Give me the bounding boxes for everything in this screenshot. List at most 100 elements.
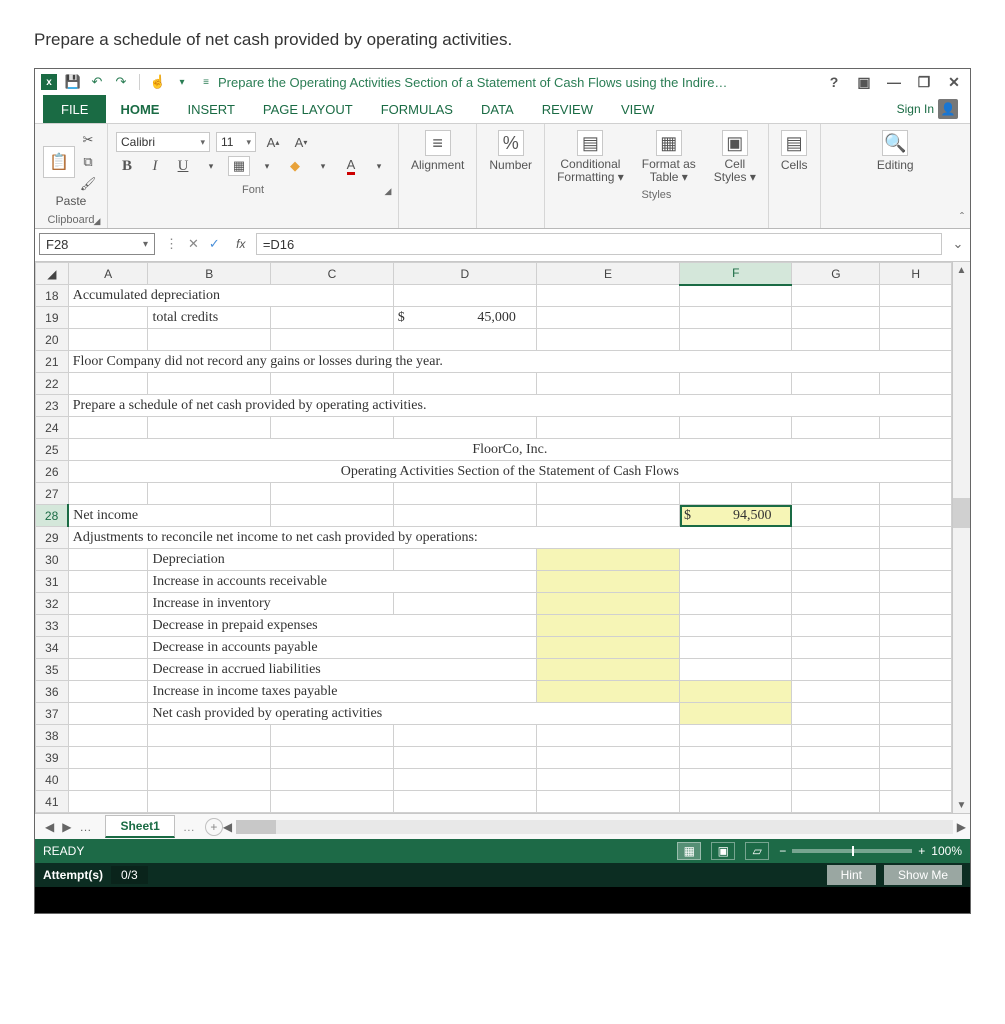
- row-header[interactable]: 33: [36, 615, 69, 637]
- row-header[interactable]: 26: [36, 461, 69, 483]
- fx-icon[interactable]: fx: [230, 237, 252, 251]
- zoom-out-icon[interactable]: −: [779, 844, 786, 858]
- col-header[interactable]: A: [68, 263, 148, 285]
- tab-insert[interactable]: INSERT: [173, 95, 248, 123]
- bold-button[interactable]: B: [116, 156, 138, 176]
- font-size-combo[interactable]: 11▾: [216, 132, 256, 152]
- cell[interactable]: [536, 637, 679, 659]
- row-header[interactable]: 27: [36, 483, 69, 505]
- underline-button[interactable]: U: [172, 156, 194, 176]
- sheet-tab-active[interactable]: Sheet1: [105, 815, 174, 838]
- tab-review[interactable]: REVIEW: [528, 95, 607, 123]
- page-layout-view-icon[interactable]: ▣: [711, 842, 735, 860]
- cell[interactable]: Floor Company did not record any gains o…: [68, 351, 951, 373]
- cell[interactable]: Prepare a schedule of net cash provided …: [68, 395, 951, 417]
- zoom-in-icon[interactable]: +: [918, 844, 925, 858]
- touch-mode-icon[interactable]: ☝: [150, 74, 166, 90]
- row-header[interactable]: 20: [36, 329, 69, 351]
- underline-dropdown-icon[interactable]: ▾: [200, 156, 222, 176]
- tab-data[interactable]: DATA: [467, 95, 528, 123]
- col-header[interactable]: H: [880, 263, 952, 285]
- row-header[interactable]: 30: [36, 549, 69, 571]
- tab-file[interactable]: FILE: [43, 95, 106, 123]
- row-header[interactable]: 19: [36, 307, 69, 329]
- row-header[interactable]: 35: [36, 659, 69, 681]
- font-launcher-icon[interactable]: ◢: [383, 186, 393, 196]
- cell[interactable]: Increase in income taxes payable: [148, 681, 536, 703]
- cell[interactable]: Decrease in accounts payable: [148, 637, 536, 659]
- cell[interactable]: [680, 703, 792, 725]
- format-as-table-button[interactable]: ▦ Format asTable ▾: [638, 130, 700, 183]
- tab-home[interactable]: HOME: [106, 95, 173, 123]
- cell[interactable]: [536, 571, 679, 593]
- undo-icon[interactable]: ↶: [89, 74, 105, 90]
- fill-dropdown-icon[interactable]: ▾: [312, 156, 334, 176]
- scroll-right-icon[interactable]: ▶: [957, 820, 966, 834]
- col-header[interactable]: C: [271, 263, 394, 285]
- sheet-nav-prev-icon[interactable]: ◀: [45, 820, 54, 834]
- paste-icon[interactable]: 📋: [43, 146, 75, 178]
- col-header[interactable]: B: [148, 263, 271, 285]
- fill-color-button[interactable]: ◆: [284, 156, 306, 176]
- qat-dropdown-icon[interactable]: ▾: [174, 74, 190, 90]
- row-header[interactable]: 40: [36, 769, 69, 791]
- row-header[interactable]: 34: [36, 637, 69, 659]
- selected-cell[interactable]: $94,500: [680, 505, 792, 527]
- cell[interactable]: $45,000: [393, 307, 536, 329]
- horizontal-scrollbar[interactable]: ◀ ▶: [223, 820, 970, 834]
- italic-button[interactable]: I: [144, 156, 166, 176]
- cell[interactable]: [680, 681, 792, 703]
- cell[interactable]: Net cash provided by operating activitie…: [148, 703, 680, 725]
- cell[interactable]: [536, 615, 679, 637]
- cell[interactable]: Accumulated depreciation: [68, 285, 393, 307]
- namebox-dropdown-icon[interactable]: ▾: [143, 239, 148, 250]
- cell[interactable]: Operating Activities Section of the Stat…: [68, 461, 951, 483]
- zoom-level[interactable]: 100%: [931, 844, 962, 858]
- cell[interactable]: Net income: [68, 505, 270, 527]
- increase-font-icon[interactable]: A▴: [262, 132, 284, 152]
- row-header[interactable]: 38: [36, 725, 69, 747]
- page-break-view-icon[interactable]: ▱: [745, 842, 769, 860]
- conditional-formatting-button[interactable]: ▤ ConditionalFormatting ▾: [553, 130, 628, 183]
- redo-icon[interactable]: ↷: [113, 74, 129, 90]
- row-header[interactable]: 28: [36, 505, 69, 527]
- add-sheet-button[interactable]: +: [205, 818, 223, 836]
- col-header[interactable]: E: [536, 263, 679, 285]
- format-painter-icon[interactable]: 🖌: [77, 174, 99, 194]
- row-header[interactable]: 41: [36, 791, 69, 813]
- border-dropdown-icon[interactable]: ▾: [256, 156, 278, 176]
- restore-icon[interactable]: ❐: [914, 74, 934, 91]
- minimize-icon[interactable]: —: [884, 74, 904, 90]
- row-header[interactable]: 21: [36, 351, 69, 373]
- formula-expand-icon[interactable]: ⋮: [165, 236, 178, 252]
- copy-icon[interactable]: ⧉: [77, 152, 99, 172]
- number-format-button[interactable]: % Number: [485, 130, 536, 172]
- font-name-combo[interactable]: Calibri▾: [116, 132, 210, 152]
- alignment-button[interactable]: ≡ Alignment: [407, 130, 468, 172]
- col-header[interactable]: G: [792, 263, 880, 285]
- row-header[interactable]: 22: [36, 373, 69, 395]
- cell[interactable]: [536, 593, 679, 615]
- row-header[interactable]: 32: [36, 593, 69, 615]
- row-header[interactable]: 36: [36, 681, 69, 703]
- vertical-scrollbar[interactable]: ▲ ▼: [952, 262, 970, 813]
- cancel-icon[interactable]: ✕: [188, 236, 199, 252]
- select-all-corner[interactable]: ◢: [36, 263, 69, 285]
- collapse-ribbon-icon[interactable]: ˆ: [960, 210, 964, 224]
- cell[interactable]: Decrease in accrued liabilities: [148, 659, 536, 681]
- tab-formulas[interactable]: FORMULAS: [367, 95, 467, 123]
- decrease-font-icon[interactable]: A▾: [290, 132, 312, 152]
- cell[interactable]: FloorCo, Inc.: [68, 439, 951, 461]
- spreadsheet-table[interactable]: ◢ A B C D E F G H 18 Accumu: [35, 262, 952, 813]
- zoom-control[interactable]: − + 100%: [779, 844, 962, 858]
- font-color-button[interactable]: A: [340, 156, 362, 176]
- cell[interactable]: Increase in inventory: [148, 593, 393, 615]
- row-header[interactable]: 37: [36, 703, 69, 725]
- cut-icon[interactable]: ✂: [77, 130, 99, 150]
- formula-bar-expand-icon[interactable]: ⌄: [950, 236, 966, 252]
- col-header[interactable]: D: [393, 263, 536, 285]
- cell-styles-button[interactable]: ▣ CellStyles ▾: [710, 130, 760, 183]
- row-header[interactable]: 25: [36, 439, 69, 461]
- cell[interactable]: total credits: [148, 307, 271, 329]
- cell[interactable]: Adjustments to reconcile net income to n…: [68, 527, 792, 549]
